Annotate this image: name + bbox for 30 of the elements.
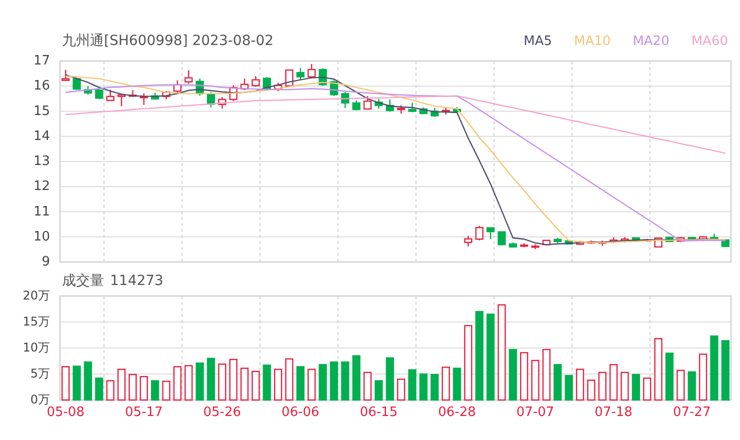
axis-label: 12 bbox=[33, 179, 50, 194]
legend-label: MA60 bbox=[691, 34, 728, 48]
axis-label: 11 bbox=[33, 204, 50, 220]
legend-label: MA20 bbox=[632, 34, 670, 48]
axis-label: 05-17 bbox=[124, 405, 163, 420]
axis-label: 17 bbox=[33, 54, 50, 69]
axis-label: 05-08 bbox=[46, 405, 84, 420]
volume-label: 成交量 bbox=[62, 272, 104, 290]
axis-label: 14 bbox=[33, 128, 50, 144]
legend-label: MA5 bbox=[524, 34, 552, 48]
axis-label: 10万 bbox=[22, 340, 50, 354]
axis-label: 05-26 bbox=[203, 405, 242, 420]
volume-value: 114273 bbox=[110, 273, 164, 289]
axis-label: 13 bbox=[33, 154, 50, 170]
axis-label: 10 bbox=[33, 229, 50, 244]
axis-label: 06-28 bbox=[438, 405, 476, 420]
axis-label: 5万 bbox=[30, 366, 50, 380]
chart-title: 九州通[SH600998] 2023-08-02 bbox=[62, 32, 274, 50]
axis-label: 07-07 bbox=[516, 405, 554, 420]
axis-label: 15万 bbox=[22, 314, 50, 328]
axis-label: 07-18 bbox=[594, 405, 632, 420]
axis-label: 16 bbox=[33, 78, 50, 94]
axis-label: 06-15 bbox=[360, 405, 398, 420]
axis-label: 0万 bbox=[30, 392, 50, 406]
axis-label: 07-27 bbox=[672, 405, 711, 420]
legend-label: MA10 bbox=[574, 34, 611, 48]
axis-label: 15 bbox=[33, 104, 50, 119]
axis-label: 9 bbox=[42, 254, 50, 270]
axis-label: 06-06 bbox=[282, 405, 320, 420]
axis-label: 20万 bbox=[22, 288, 50, 302]
